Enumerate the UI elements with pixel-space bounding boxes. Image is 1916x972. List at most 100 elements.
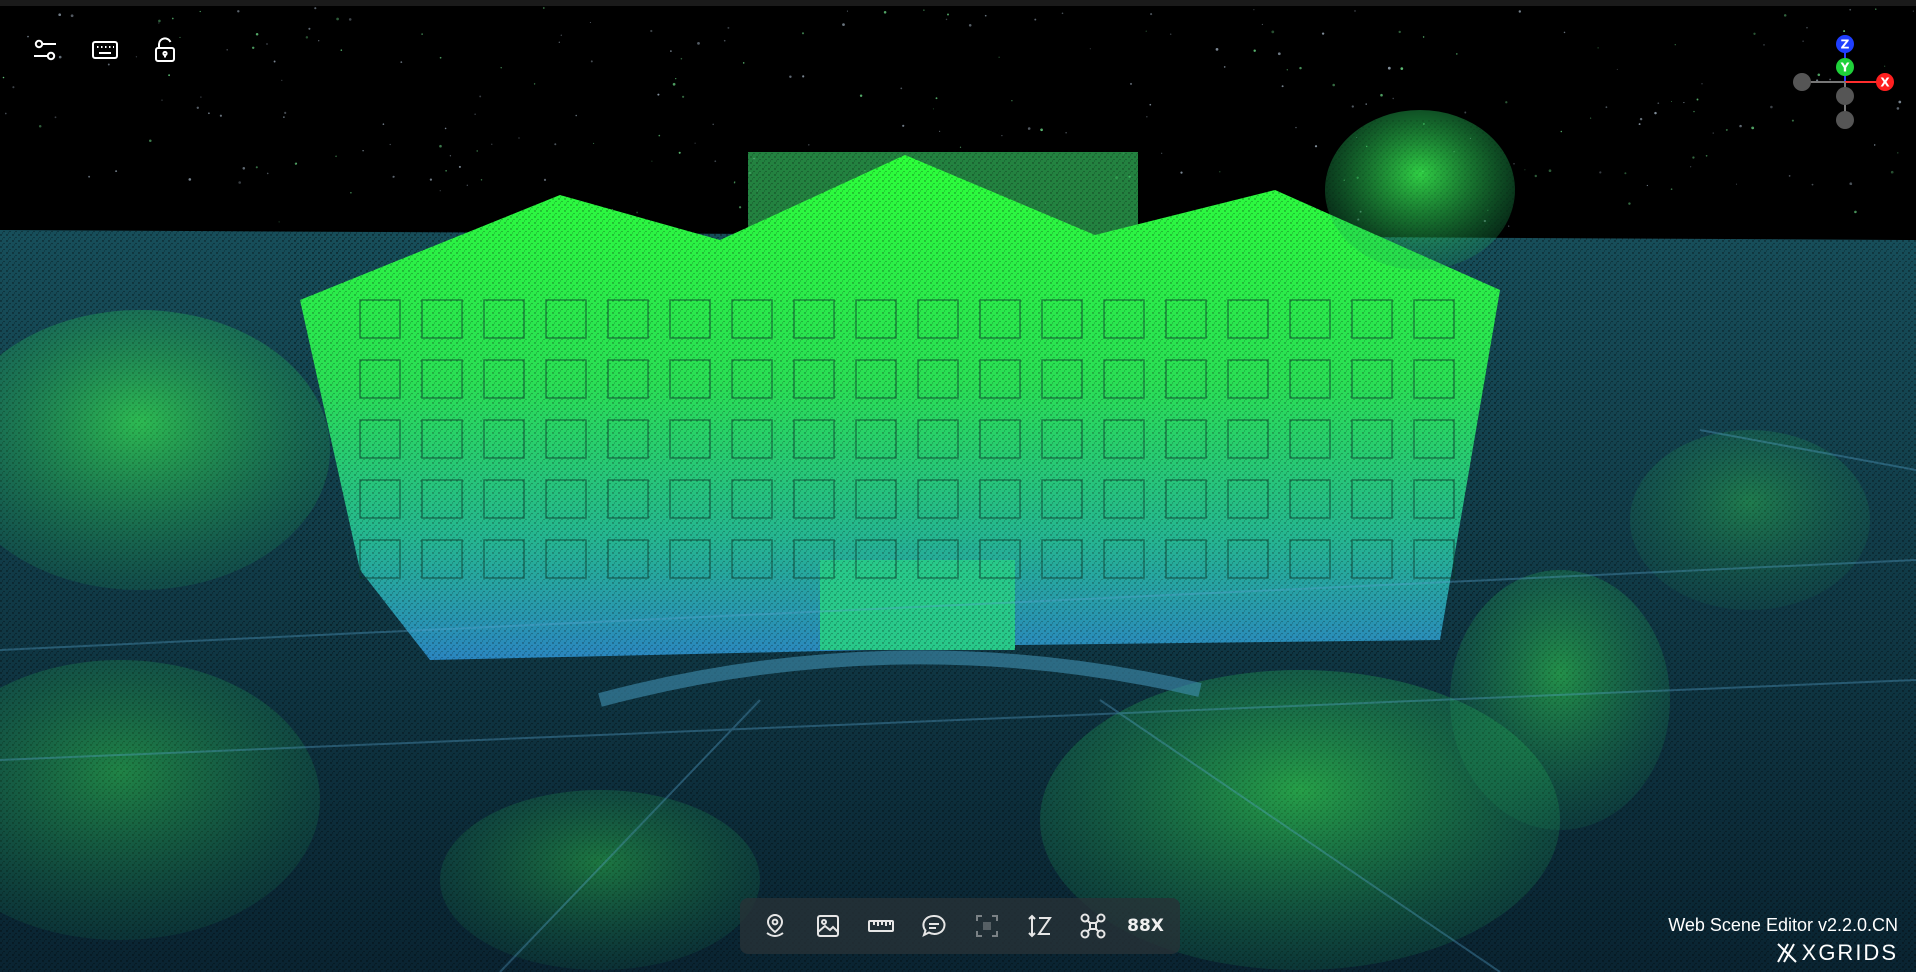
star-point bbox=[1354, 10, 1356, 12]
star-point bbox=[340, 49, 343, 51]
star-point bbox=[1281, 85, 1284, 88]
neg-z-axis-handle[interactable] bbox=[1836, 111, 1854, 129]
star-point bbox=[305, 36, 309, 39]
star-point bbox=[1597, 47, 1599, 49]
brand-name: XGRIDS bbox=[1801, 940, 1898, 965]
star-point bbox=[1061, 12, 1064, 15]
star-point bbox=[318, 40, 320, 42]
star-point bbox=[1145, 30, 1147, 32]
star-point bbox=[650, 29, 653, 33]
star-point bbox=[1657, 102, 1660, 105]
star-point bbox=[1753, 32, 1756, 35]
star-point bbox=[314, 7, 317, 10]
ruler-icon bbox=[867, 920, 894, 932]
star-point bbox=[281, 79, 283, 81]
image-button[interactable] bbox=[806, 904, 850, 948]
star-point bbox=[421, 33, 423, 35]
star-point bbox=[575, 114, 577, 117]
sliders-icon bbox=[34, 39, 56, 61]
star-point bbox=[1150, 13, 1153, 16]
star-point bbox=[1215, 48, 1219, 51]
star-point bbox=[742, 62, 745, 64]
star-point bbox=[70, 14, 74, 18]
star-point bbox=[1654, 111, 1657, 115]
star-point bbox=[1400, 67, 1404, 70]
star-point bbox=[1674, 44, 1676, 46]
star-point bbox=[255, 33, 259, 36]
neg-y-axis-handle[interactable] bbox=[1836, 87, 1854, 105]
star-point bbox=[682, 95, 685, 98]
star-point bbox=[219, 114, 222, 117]
star-point bbox=[58, 13, 62, 17]
height-button[interactable] bbox=[1018, 904, 1062, 948]
star-point bbox=[801, 32, 805, 35]
star-point bbox=[657, 93, 660, 96]
star-point bbox=[266, 43, 268, 45]
star-point bbox=[945, 18, 948, 21]
star-point bbox=[1806, 26, 1808, 29]
star-point bbox=[199, 10, 201, 13]
star-point bbox=[1464, 111, 1467, 114]
star-point bbox=[4, 112, 7, 115]
star-point bbox=[923, 9, 925, 11]
settings-button[interactable] bbox=[25, 30, 65, 70]
star-point bbox=[158, 22, 160, 24]
star-point bbox=[1875, 8, 1877, 10]
location-pin-icon bbox=[765, 913, 784, 937]
star-point bbox=[1763, 44, 1765, 46]
star-point bbox=[672, 82, 676, 86]
comment-icon bbox=[921, 914, 945, 937]
star-point bbox=[54, 116, 57, 119]
star-point bbox=[1011, 100, 1013, 102]
point-cloud-scene[interactable] bbox=[0, 0, 1916, 972]
star-point bbox=[842, 23, 845, 26]
keyboard-icon bbox=[92, 41, 118, 59]
star-point bbox=[158, 19, 161, 23]
speed-button[interactable]: 88X bbox=[1124, 904, 1168, 948]
star-point bbox=[500, 66, 502, 69]
star-point bbox=[348, 18, 352, 21]
star-point bbox=[727, 26, 730, 29]
location-button[interactable] bbox=[753, 904, 797, 948]
neg-x-axis-handle[interactable] bbox=[1793, 73, 1811, 91]
brand-logo: XGRIDS bbox=[1776, 940, 1898, 966]
keyboard-button[interactable] bbox=[85, 30, 125, 70]
star-point bbox=[802, 75, 805, 78]
star-point bbox=[1392, 97, 1394, 100]
y-axis-label: Y bbox=[1840, 61, 1850, 75]
star-point bbox=[1261, 23, 1263, 25]
lock-toggle-button[interactable] bbox=[145, 30, 185, 70]
x-axis-label: X bbox=[1880, 76, 1890, 90]
star-point bbox=[1380, 93, 1383, 97]
star-point bbox=[1277, 52, 1281, 56]
star-point bbox=[1089, 48, 1091, 50]
star-point bbox=[1169, 33, 1172, 35]
star-point bbox=[1149, 103, 1152, 106]
axis-gizmo[interactable]: Z Y X bbox=[1790, 30, 1900, 140]
star-point bbox=[226, 49, 228, 51]
star-point bbox=[1455, 53, 1458, 55]
star-point bbox=[1616, 68, 1618, 70]
star-point bbox=[1849, 8, 1852, 11]
star-point bbox=[968, 24, 972, 27]
star-point bbox=[697, 42, 700, 45]
star-point bbox=[171, 17, 174, 20]
star-point bbox=[1398, 30, 1401, 34]
point-cloud-viewport[interactable]: Z Y X 88X Web Scene Editor v2.2.0.CN XGR… bbox=[0, 0, 1916, 972]
star-point bbox=[1563, 31, 1566, 34]
star-point bbox=[1332, 83, 1335, 87]
star-point bbox=[284, 111, 287, 114]
star-point bbox=[998, 56, 1000, 58]
star-point bbox=[479, 95, 482, 98]
star-point bbox=[1146, 116, 1148, 118]
star-point bbox=[789, 75, 792, 78]
annotate-button[interactable] bbox=[912, 904, 956, 948]
star-point bbox=[560, 34, 562, 36]
star-point bbox=[1253, 9, 1255, 11]
focus-button[interactable] bbox=[965, 904, 1009, 948]
star-point bbox=[1683, 102, 1685, 104]
star-point bbox=[1505, 101, 1508, 104]
star-point bbox=[1253, 49, 1256, 52]
measure-button[interactable] bbox=[859, 904, 903, 948]
drone-button[interactable] bbox=[1071, 904, 1115, 948]
